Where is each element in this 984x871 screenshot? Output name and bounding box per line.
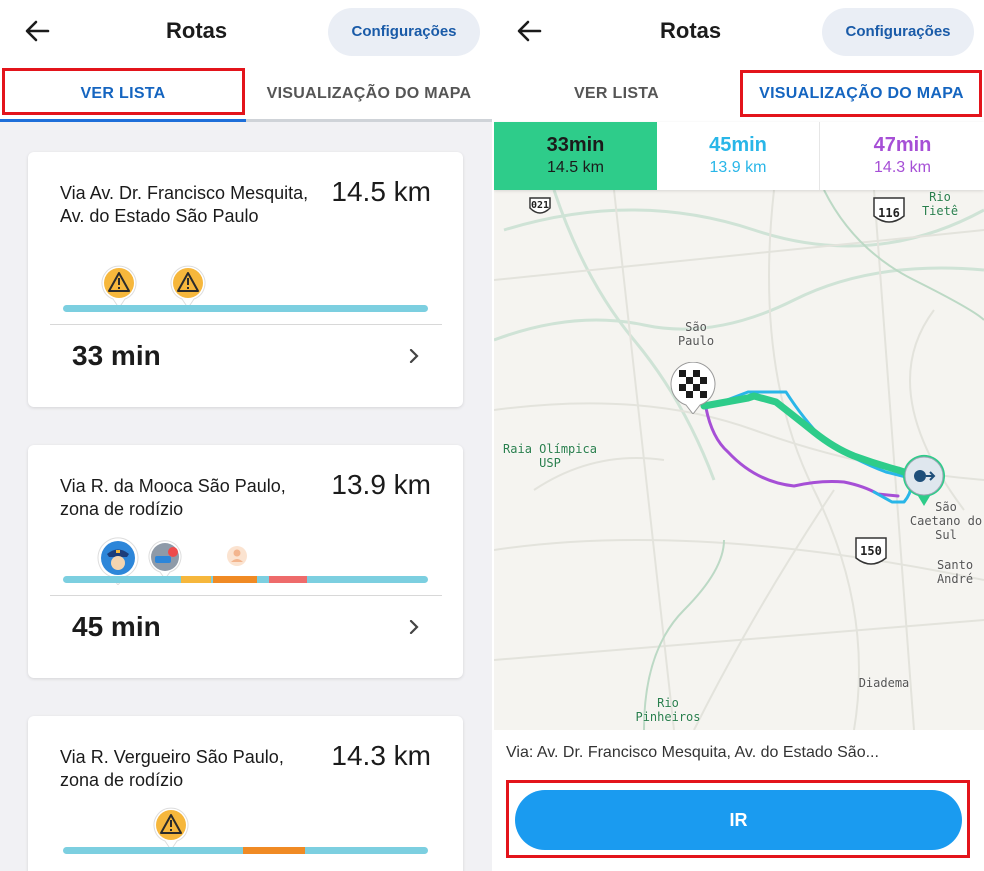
route-map[interactable]: 021 116 150 São Paulo Raia Olímpica USP …: [494, 190, 984, 730]
divider: [50, 324, 442, 325]
hazard-icon[interactable]: [152, 806, 190, 850]
settings-button[interactable]: Configurações: [328, 8, 480, 56]
tab-bar: VER LISTA VISUALIZAÇÃO DO MAPA: [0, 66, 492, 122]
route-via: Via R. Vergueiro São Paulo, zona de rodí…: [60, 747, 284, 790]
divider: [50, 595, 442, 596]
traffic-bar: [63, 847, 428, 854]
route-list-screen: Rotas Configurações VER LISTA VISUALIZAÇ…: [0, 0, 492, 871]
map-label-rio-pinheiros: Rio Pinheiros: [635, 696, 701, 724]
route-option-time: 47min: [873, 134, 932, 156]
hazard-icon[interactable]: [100, 264, 138, 308]
hazard-icon[interactable]: [169, 264, 207, 308]
route-time: 45 min: [72, 611, 161, 642]
route-option-time: 33min: [546, 134, 605, 156]
route-distance: 14.3 km: [331, 740, 431, 771]
route-option-distance: 14.3 km: [874, 159, 931, 176]
highway-021-label: 021: [530, 200, 550, 211]
chevron-right-icon[interactable]: [407, 620, 421, 634]
route-card-2[interactable]: Via R. da Mooca São Paulo, zona de rodíz…: [28, 445, 463, 678]
map-label-raia: Raia Olímpica USP: [503, 442, 597, 470]
map-label-rio-tiete: Rio Tietê: [921, 190, 959, 218]
map-label-santo-andre: Santo André: [936, 558, 974, 586]
route-option-2[interactable]: 45min 13.9 km: [657, 122, 820, 190]
settings-button[interactable]: Configurações: [822, 8, 974, 56]
highway-150-label: 150: [860, 544, 882, 558]
route-distance: 14.5 km: [331, 176, 431, 207]
back-arrow-icon[interactable]: [22, 16, 52, 46]
checkered-flag-icon[interactable]: [668, 362, 718, 414]
traffic-bar: [63, 576, 428, 583]
header: Rotas Configurações: [494, 0, 984, 66]
route-option-1[interactable]: 33min 14.5 km: [494, 122, 657, 190]
back-arrow-icon[interactable]: [514, 16, 544, 46]
chevron-right-icon[interactable]: [407, 349, 421, 363]
origin-location-icon[interactable]: [900, 454, 948, 506]
go-button[interactable]: IR: [515, 790, 962, 850]
route-options-bar: 33min 14.5 km 45min 13.9 km 47min 14.3 k…: [494, 122, 984, 190]
route-distance: 13.9 km: [331, 469, 431, 500]
highway-116-label: 116: [878, 206, 900, 220]
route-option-distance: 13.9 km: [709, 159, 767, 176]
car-crash-icon[interactable]: [146, 539, 184, 579]
tab-map-view[interactable]: VISUALIZAÇÃO DO MAPA: [246, 66, 492, 122]
route-card-3[interactable]: Via R. Vergueiro São Paulo, zona de rodí…: [28, 716, 463, 871]
route-footer: Via: Av. Dr. Francisco Mesquita, Av. do …: [494, 730, 984, 871]
selected-route-via: Via: Av. Dr. Francisco Mesquita, Av. do …: [506, 744, 879, 761]
route-time: 33 min: [72, 340, 161, 371]
page-title: Rotas: [166, 18, 228, 43]
user-report-icon[interactable]: [226, 545, 248, 569]
tab-map-view[interactable]: VISUALIZAÇÃO DO MAPA: [739, 66, 984, 122]
page-title: Rotas: [660, 18, 722, 43]
map-label-diadema: Diadema: [858, 676, 910, 690]
active-tab-indicator: [0, 119, 246, 122]
tab-list-view[interactable]: VER LISTA: [0, 66, 246, 122]
route-map-screen: Rotas Configurações VER LISTA VISUALIZAÇ…: [494, 0, 984, 871]
traffic-bar: [63, 305, 428, 312]
route-option-time: 45min: [709, 134, 767, 156]
header: Rotas Configurações: [0, 0, 492, 66]
map-label-sao-caetano: São Caetano do Sul: [909, 500, 983, 542]
route-option-distance: 14.5 km: [547, 159, 604, 176]
tab-list-view[interactable]: VER LISTA: [494, 66, 739, 122]
route-via: Via R. da Mooca São Paulo, zona de rodíz…: [60, 476, 286, 519]
route-via: Via Av. Dr. Francisco Mesquita, Av. do E…: [60, 183, 309, 226]
map-label-sao-paulo: São Paulo: [677, 320, 715, 348]
route-card-1[interactable]: Via Av. Dr. Francisco Mesquita, Av. do E…: [28, 152, 463, 407]
tab-bar: VER LISTA VISUALIZAÇÃO DO MAPA: [494, 66, 984, 122]
route-option-3[interactable]: 47min 14.3 km: [821, 122, 984, 190]
